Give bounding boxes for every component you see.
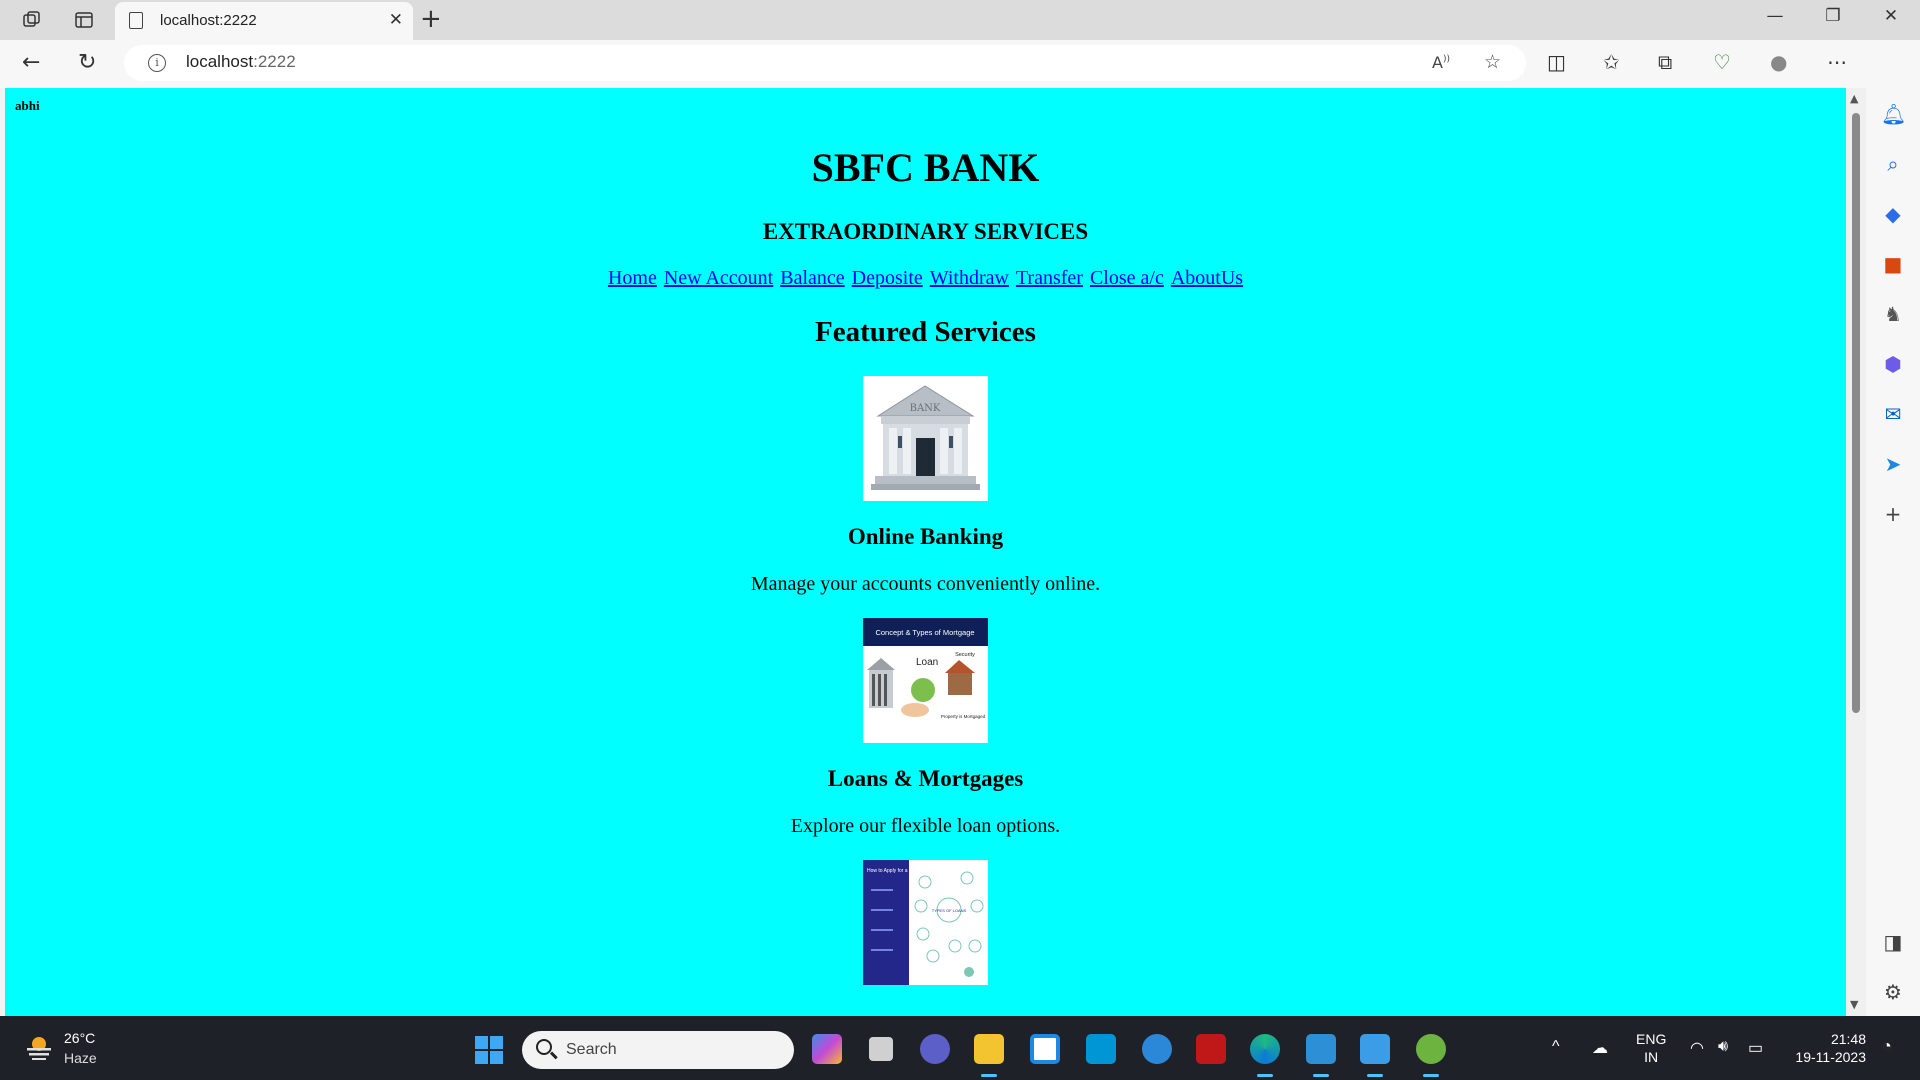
windows-taskbar: 26°C Haze Search ^ ☁ ENG IN ◠ 🔊︎ ▭ 21:48 1… bbox=[0, 1016, 1920, 1080]
language-indicator[interactable]: ENG IN bbox=[1636, 1030, 1666, 1066]
help-icon[interactable] bbox=[1142, 1034, 1172, 1064]
profile-icon[interactable]: ● bbox=[1770, 50, 1787, 74]
store-icon[interactable] bbox=[1030, 1034, 1060, 1064]
nav-link-about-us[interactable]: AboutUs bbox=[1171, 267, 1243, 289]
haze-weather-icon[interactable] bbox=[24, 1034, 54, 1060]
service-title: Loans & Mortgages bbox=[827, 766, 1024, 791]
page-subtitle: EXTRAORDINARY SERVICES bbox=[762, 219, 1089, 244]
close-window-icon[interactable]: ✕ bbox=[1868, 6, 1914, 26]
close-tab-icon[interactable]: ✕ bbox=[389, 10, 403, 30]
volume-icon[interactable]: 🔊︎ bbox=[1718, 1038, 1728, 1056]
restore-icon[interactable]: ❐ bbox=[1810, 6, 1856, 26]
windows-start-icon[interactable] bbox=[475, 1036, 503, 1064]
favorites-icon[interactable]: ✩ bbox=[1603, 50, 1620, 74]
settings-gear-icon[interactable]: ⚙ bbox=[1881, 980, 1905, 1004]
notification-bell-icon[interactable]: 🔔︎ bbox=[1881, 102, 1906, 126]
favorite-star-icon[interactable]: ☆ bbox=[1484, 51, 1501, 73]
show-hidden-icons-icon[interactable]: ^ bbox=[1552, 1038, 1560, 1056]
nav-link-withdraw[interactable]: Withdraw bbox=[930, 267, 1009, 289]
service-title: Online Banking bbox=[847, 524, 1004, 549]
featured-services-heading: Featured Services bbox=[815, 316, 1036, 348]
page-title: SBFC BANK bbox=[811, 145, 1040, 190]
nav-link-transfer[interactable]: Transfer bbox=[1016, 267, 1083, 289]
address-bar[interactable]: i localhost:2222 A)) ☆ bbox=[124, 45, 1526, 81]
microsoft365-icon[interactable]: ⬢ bbox=[1881, 352, 1905, 376]
svg-text:TYPES OF LOANS: TYPES OF LOANS bbox=[932, 908, 967, 913]
refresh-icon[interactable]: ↻ bbox=[78, 50, 96, 75]
nav-link-home[interactable]: Home bbox=[608, 267, 657, 289]
outlook-icon[interactable]: ✉ bbox=[1881, 402, 1905, 426]
vscode-icon[interactable] bbox=[1306, 1034, 1336, 1077]
vertical-tabs-icon[interactable] bbox=[66, 6, 102, 34]
shopping-tag-icon[interactable]: ◆ bbox=[1881, 202, 1905, 226]
task-view-icon[interactable] bbox=[869, 1037, 893, 1061]
browser-tab[interactable]: localhost:2222 ✕ bbox=[115, 2, 413, 40]
minimize-icon[interactable]: — bbox=[1752, 6, 1798, 26]
nav-link-balance[interactable]: Balance bbox=[780, 267, 844, 289]
battery-icon[interactable]: ▭ bbox=[1748, 1038, 1763, 1058]
collections-icon[interactable]: ⧉ bbox=[1658, 50, 1672, 74]
tools-icon[interactable]: ■ bbox=[1881, 252, 1905, 276]
edge-icon[interactable] bbox=[1250, 1034, 1280, 1077]
svg-text:How to Apply for a Loan?: How to Apply for a Loan? bbox=[867, 868, 923, 874]
scrollbar-thumb[interactable] bbox=[1852, 113, 1860, 713]
service-description: Explore our flexible loan options. bbox=[790, 815, 1061, 837]
page-viewport: abhi SBFC BANK EXTRAORDINARY SERVICES Ho… bbox=[5, 88, 1846, 1016]
mortgage-image: Concept & Types of Mortgage Loan Securit… bbox=[863, 618, 988, 743]
bank-building-image: BANK bbox=[863, 376, 988, 501]
read-aloud-icon[interactable]: A)) bbox=[1432, 53, 1450, 72]
games-icon[interactable]: ♞ bbox=[1881, 302, 1905, 326]
edge-sidebar: 🔔︎ ⌕ ◆ ■ ♞ ⬢ ✉ ➤ + ◨ ⚙ bbox=[1866, 40, 1920, 1016]
back-icon[interactable]: ← bbox=[22, 50, 40, 75]
service-description: Manage your accounts conveniently online… bbox=[750, 573, 1101, 595]
file-explorer-icon[interactable] bbox=[974, 1034, 1004, 1077]
workspaces-icon[interactable] bbox=[14, 6, 50, 34]
nav-link-deposite[interactable]: Deposite bbox=[852, 267, 923, 289]
svg-text:Concept & Types of Mortgage: Concept & Types of Mortgage bbox=[875, 628, 974, 637]
add-icon[interactable]: + bbox=[1881, 502, 1905, 526]
myhp-icon[interactable] bbox=[1086, 1034, 1116, 1064]
page-scrollbar[interactable]: ▲ ▼ bbox=[1846, 88, 1866, 1016]
svg-text:BANK: BANK bbox=[910, 403, 941, 414]
weather-description[interactable]: Haze bbox=[64, 1050, 97, 1066]
nav-link-new-account[interactable]: New Account bbox=[664, 267, 773, 289]
scroll-up-icon[interactable]: ▲ bbox=[1850, 92, 1858, 105]
new-tab-button[interactable]: + bbox=[420, 4, 442, 34]
tab-title: localhost:2222 bbox=[160, 12, 257, 29]
search-icon[interactable]: ⌕ bbox=[1881, 152, 1905, 176]
wifi-icon[interactable]: ◠ bbox=[1690, 1038, 1704, 1058]
tab-bar: localhost:2222 ✕ + — ❐ ✕ bbox=[0, 0, 1920, 40]
taskbar-search[interactable]: Search bbox=[522, 1031, 794, 1069]
site-info-icon[interactable]: i bbox=[148, 54, 166, 72]
loan-types-image: How to Apply for a Loan? TYPES OF LOANS bbox=[863, 860, 988, 985]
user-label: abhi bbox=[15, 98, 40, 113]
page-icon bbox=[129, 12, 143, 29]
nav-link-close-account[interactable]: Close a/c bbox=[1090, 267, 1164, 289]
teams-icon[interactable] bbox=[920, 1034, 950, 1064]
search-icon bbox=[536, 1039, 552, 1055]
svg-text:Security: Security bbox=[955, 652, 975, 658]
copilot-icon[interactable] bbox=[812, 1034, 842, 1064]
scroll-down-icon[interactable]: ▼ bbox=[1850, 998, 1858, 1011]
split-screen-icon[interactable]: ◫ bbox=[1547, 50, 1566, 74]
paint-icon[interactable] bbox=[1360, 1034, 1390, 1077]
drop-icon[interactable]: ➤ bbox=[1881, 452, 1905, 476]
main-nav: Home New Account Balance Deposite Withdr… bbox=[5, 267, 1846, 290]
browser-toolbar: ← ↻ i localhost:2222 A)) ☆ ◫ ✩ ⧉ ♡ ● ⋯ ◆ bbox=[0, 40, 1920, 88]
system-clock[interactable]: 21:48 19-11-2023 bbox=[1786, 1030, 1866, 1066]
svg-text:Property is Mortgaged: Property is Mortgaged bbox=[941, 714, 986, 719]
svg-text:Loan: Loan bbox=[916, 657, 938, 668]
onedrive-cloud-icon[interactable]: ☁ bbox=[1592, 1038, 1608, 1058]
search-placeholder: Search bbox=[566, 1041, 617, 1058]
browser-essentials-icon[interactable]: ♡ bbox=[1713, 50, 1731, 74]
weather-temperature[interactable]: 26°C bbox=[64, 1030, 95, 1046]
spring-icon[interactable] bbox=[1416, 1034, 1446, 1077]
mcafee-icon[interactable] bbox=[1196, 1034, 1226, 1064]
sidebar-toggle-icon[interactable]: ◨ bbox=[1881, 930, 1905, 954]
more-options-icon[interactable]: ⋯ bbox=[1827, 50, 1847, 74]
url-text[interactable]: localhost:2222 bbox=[186, 52, 296, 72]
notification-center-icon[interactable]: ◔ bbox=[1882, 1038, 1892, 1056]
